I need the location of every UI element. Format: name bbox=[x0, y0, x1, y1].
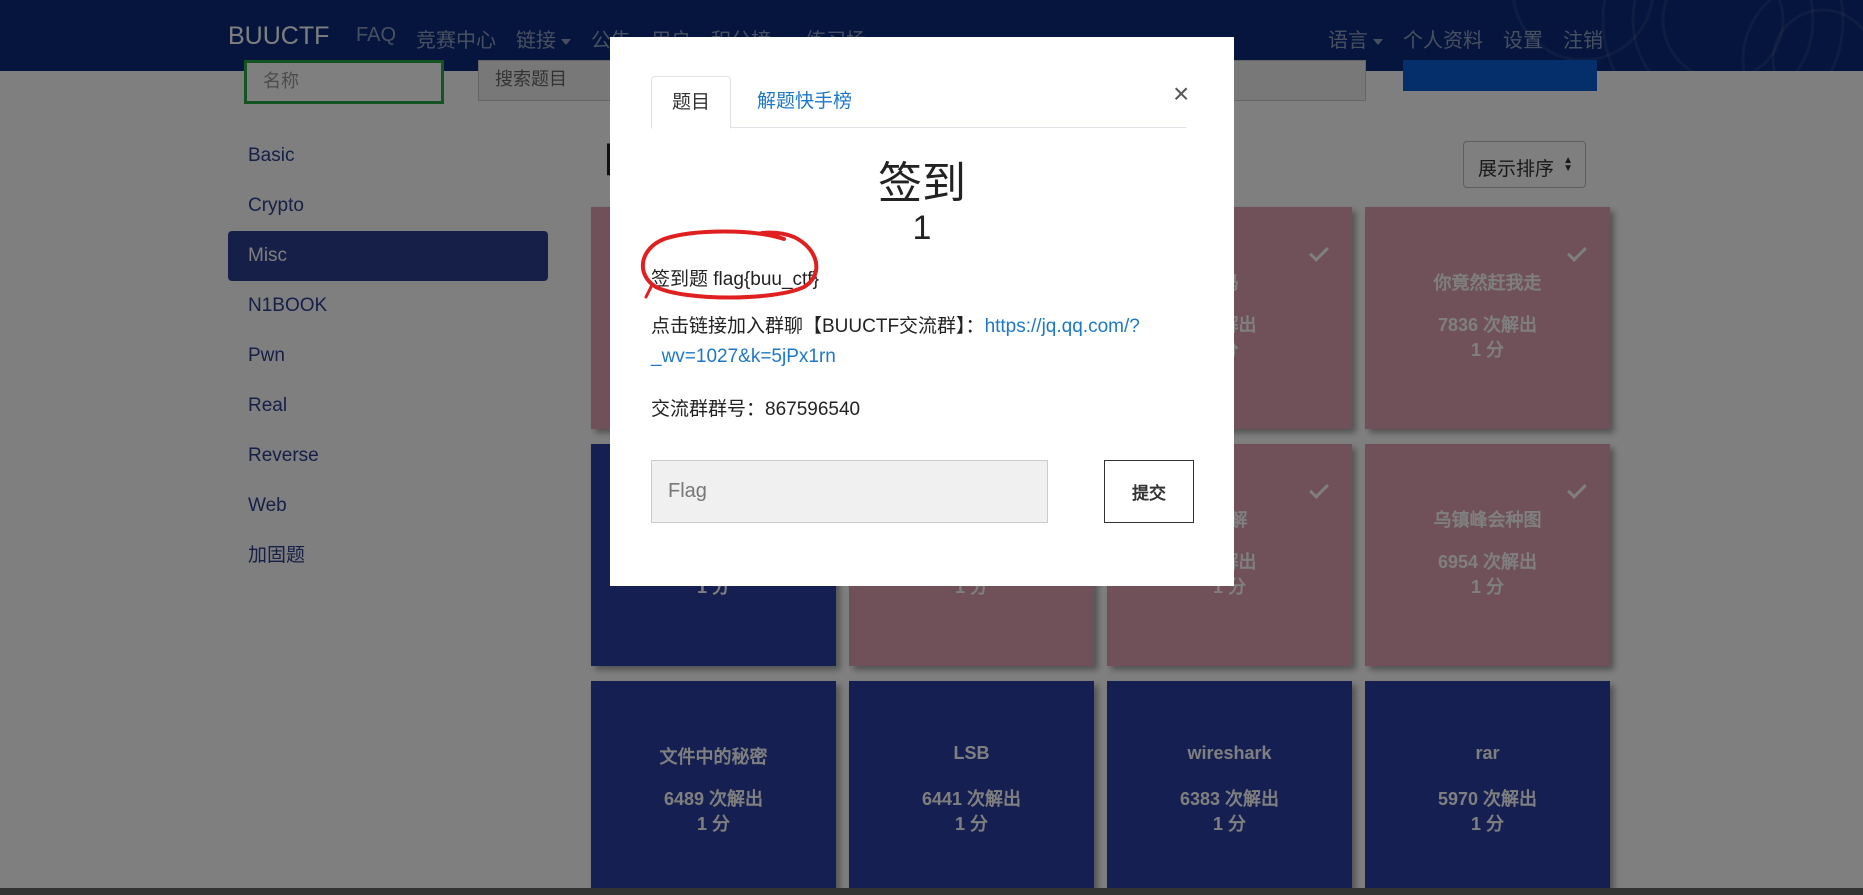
challenge-name: 签到 bbox=[878, 159, 966, 208]
tab-challenge[interactable]: 题目 bbox=[651, 76, 732, 129]
tab-quick-solvers[interactable]: 解题快手榜 bbox=[737, 76, 872, 129]
join-group-text: 点击链接加入群聊【BUUCTF交流群】：https://jq.qq.com/?_… bbox=[651, 312, 1191, 372]
modal-tabs: 题目 解题快手榜 bbox=[651, 76, 1186, 129]
bottom-edge-bar bbox=[0, 888, 1863, 895]
group-number-text: 交流群群号：867596540 bbox=[651, 399, 861, 420]
challenge-points: 1 bbox=[912, 209, 932, 247]
flag-input[interactable] bbox=[651, 460, 1048, 523]
close-button[interactable]: × bbox=[1173, 78, 1189, 110]
join-group-label: 点击链接加入群聊【BUUCTF交流群】： bbox=[651, 316, 985, 337]
challenge-description: 签到题 flag{buu_ctf} bbox=[651, 269, 819, 290]
challenge-modal: 题目 解题快手榜 × 签到 1 签到题 flag{buu_ctf} 点击链接加入… bbox=[610, 37, 1234, 586]
submit-button[interactable]: 提交 bbox=[1104, 460, 1194, 523]
